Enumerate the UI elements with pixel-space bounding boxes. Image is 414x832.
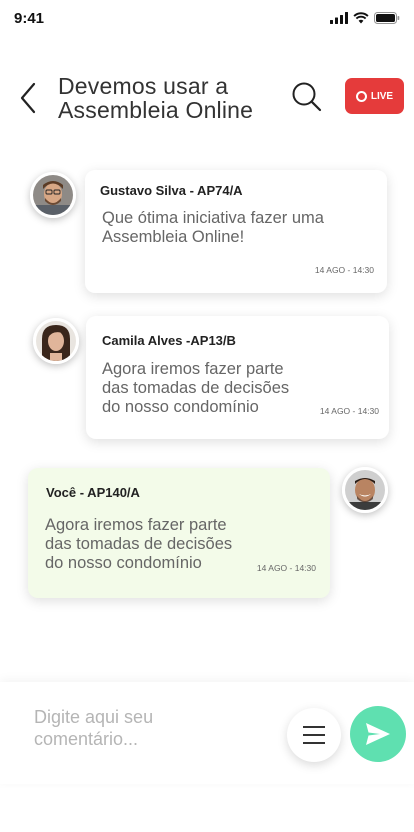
message-card: Gustavo Silva - AP74/A Que ótima iniciat… — [85, 170, 387, 293]
status-icons — [330, 12, 400, 24]
comment-composer — [0, 682, 414, 784]
search-button[interactable] — [290, 80, 324, 114]
back-arrow-icon — [20, 82, 36, 114]
live-button[interactable]: LIVE — [345, 78, 404, 114]
record-icon — [355, 90, 367, 102]
header: Devemos usar a Assembleia Online LIVE — [0, 60, 414, 140]
battery-icon — [374, 12, 400, 24]
message-author: Gustavo Silva - AP74/A — [100, 183, 243, 198]
message-text: Agora iremos fazer parte das tomadas de … — [102, 360, 290, 416]
search-icon — [292, 82, 322, 112]
signal-icon — [330, 12, 348, 24]
comment-input[interactable] — [34, 706, 234, 756]
menu-button[interactable] — [287, 708, 341, 762]
avatar[interactable] — [33, 318, 79, 364]
message-author: Você - AP140/A — [46, 485, 140, 500]
live-label: LIVE — [370, 90, 394, 102]
status-bar: 9:41 — [0, 0, 414, 40]
send-button[interactable] — [350, 706, 406, 762]
bottom-bar — [0, 788, 414, 832]
message-time: 14 AGO - 14:30 — [256, 563, 316, 573]
back-button[interactable] — [14, 78, 44, 118]
message-text: Agora iremos fazer parte das tomadas de … — [45, 516, 233, 572]
wifi-icon — [353, 12, 369, 24]
own-message-card: Você - AP140/A Agora iremos fazer parte … — [28, 468, 330, 598]
status-time: 9:41 — [14, 10, 45, 27]
message-card: Camila Alves -AP13/B Agora iremos fazer … — [86, 316, 389, 439]
page-title: Devemos usar a Assembleia Online — [58, 73, 254, 123]
send-icon — [366, 723, 390, 745]
avatar[interactable] — [30, 172, 76, 218]
avatar[interactable] — [342, 467, 388, 513]
message-text: Que ótima iniciativa fazer uma Assemblei… — [102, 209, 324, 246]
message-time: 14 AGO - 14:30 — [314, 265, 374, 275]
message-time: 14 AGO - 14:30 — [319, 406, 379, 416]
menu-icon — [303, 726, 325, 744]
message-author: Camila Alves -AP13/B — [102, 333, 236, 348]
